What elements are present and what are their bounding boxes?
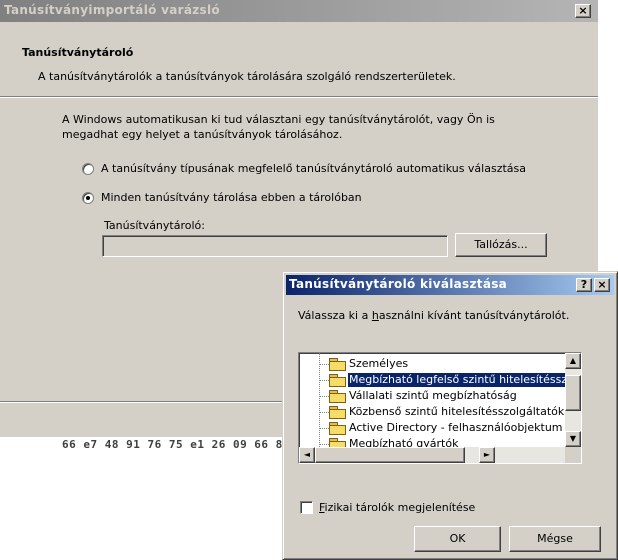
browse-button[interactable]: Tallózás... (455, 233, 547, 257)
tree-branch-line (319, 428, 329, 429)
folder-icon (329, 358, 346, 371)
horizontal-scroll-thumb[interactable] (315, 447, 465, 463)
show-physical-stores-checkbox[interactable] (300, 501, 313, 514)
store-list-item-label: Active Directory - felhasználóobjektum (349, 421, 563, 434)
browse-button-label: Tallózás... (474, 238, 528, 251)
folder-icon (329, 374, 346, 387)
background-hex-text: 66 e7 48 91 76 75 e1 26 09 66 8c cc (62, 438, 312, 451)
tree-branch-line (319, 364, 329, 365)
intro-text-line2: megadhat egy helyet a tanúsítványok táro… (62, 128, 343, 141)
scroll-down-button[interactable]: ▼ (565, 431, 581, 447)
dialog-prompt: Válassza ki a használni kívánt tanúsítvá… (298, 309, 569, 322)
scroll-up-button[interactable]: ▲ (565, 353, 581, 369)
scroll-left-icon: ◄ (303, 450, 311, 459)
scroll-up-icon: ▲ (569, 356, 577, 365)
scroll-down-icon: ▼ (569, 434, 577, 443)
help-icon: ? (580, 278, 588, 291)
show-physical-stores-label[interactable]: Fizikai tárolók megjelenítése (319, 501, 475, 514)
scroll-right-button[interactable]: ► (479, 447, 495, 463)
wizard-page-subtitle: A tanúsítványtárolók a tanúsítványok tár… (38, 70, 456, 83)
select-certificate-store-dialog: Tanúsítványtároló kiválasztása ? × Válas… (282, 271, 618, 560)
show-physical-text: izikai tárolók megjelenítése (324, 501, 476, 514)
intro-text-line1: A Windows automatikusan ki tud választan… (62, 113, 495, 126)
ok-button-label: OK (449, 532, 466, 545)
wizard-title: Tanúsítványimportáló varázsló (4, 3, 220, 17)
dialog-prompt-accelerator: h (371, 309, 379, 322)
dialog-prompt-prefix: Válassza ki a (298, 309, 372, 322)
radio-manual-store[interactable] (82, 192, 94, 204)
store-list-item-label: Személyes (349, 357, 409, 370)
tree-branch-line (319, 396, 329, 397)
wizard-page-title: Tanúsítványtároló (22, 46, 134, 59)
radio-auto-select[interactable] (82, 163, 94, 175)
wizard-title-bar: Tanúsítványimportáló varázsló (0, 0, 598, 22)
scroll-left-button[interactable]: ◄ (299, 447, 315, 463)
tree-connector-line (319, 353, 320, 453)
tree-branch-line (319, 380, 329, 381)
store-path-field[interactable] (102, 235, 448, 257)
folder-icon (329, 422, 346, 435)
dialog-close-button[interactable]: × (594, 278, 610, 292)
scroll-right-icon: ► (483, 450, 491, 459)
store-field-label: Tanúsítványtároló: (104, 219, 205, 232)
dialog-title: Tanúsítványtároló kiválasztása (289, 277, 508, 291)
radio-manual-store-label[interactable]: Minden tanúsítvány tárolása ebben a táro… (101, 191, 362, 204)
header-divider (0, 96, 598, 98)
cancel-button[interactable]: Mégse (509, 526, 601, 552)
store-list-item-label: Vállalati szintű megbízhatóság (349, 389, 517, 402)
dialog-prompt-suffix: asználni kívánt tanúsítványtárolót. (378, 309, 570, 322)
folder-icon (329, 406, 346, 419)
close-icon: × (597, 278, 607, 291)
store-tree-list[interactable]: Személyes Megbízható legfelső szintű hite… (298, 352, 582, 464)
tree-branch-line (319, 444, 329, 445)
radio-auto-select-label[interactable]: A tanúsítvány típusának megfelelő tanúsí… (101, 162, 526, 175)
folder-icon (329, 390, 346, 403)
dialog-title-bar: Tanúsítványtároló kiválasztása (286, 275, 614, 295)
store-list-item-label: Megbízható legfelső szintű hitelesítéssz… (348, 373, 581, 387)
cancel-button-label: Mégse (537, 532, 573, 545)
close-icon: × (578, 4, 588, 17)
wizard-close-button[interactable]: × (575, 4, 591, 18)
vertical-scroll-thumb[interactable] (565, 375, 581, 411)
scrollbar-corner (565, 447, 581, 463)
ok-button[interactable]: OK (414, 526, 501, 552)
store-list-item-label: Közbenső szintű hitelesítésszolgáltatók (349, 405, 565, 418)
tree-branch-line (319, 412, 329, 413)
dialog-help-button[interactable]: ? (576, 278, 592, 292)
